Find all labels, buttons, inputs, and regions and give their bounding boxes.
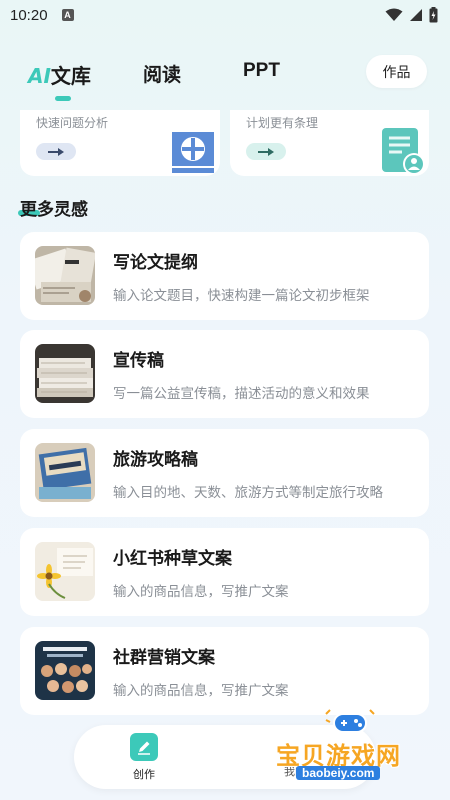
tool-card-desc: 计划更有条理 [246, 116, 319, 130]
card-desc: 输入的商品信息，写推广文案 [113, 683, 289, 699]
section-title: 更多灵感 [20, 200, 88, 220]
arrow-button[interactable] [246, 143, 286, 160]
pencil-icon [130, 733, 158, 761]
inspiration-card[interactable]: 社群营销文案 输入的商品信息，写推广文案 [20, 627, 429, 715]
card-desc: 输入论文题目，快速构建一篇论文初步框架 [113, 288, 370, 304]
active-tab-indicator [55, 96, 71, 101]
board-icon [172, 132, 214, 173]
card-title: 小红书种草文案 [113, 549, 232, 569]
card-title: 宣传稿 [113, 351, 164, 371]
card-desc: 输入的商品信息，写推广文案 [113, 584, 289, 600]
inspiration-card[interactable]: 旅游攻略稿 输入目的地、天数、旅游方式等制定旅行攻略 [20, 429, 429, 517]
document-user-icon [382, 128, 425, 175]
tab-ai-prefix: AI [28, 64, 51, 88]
thumbnail-thesis-image [35, 246, 95, 305]
card-desc: 写一篇公益宣传稿，描述活动的意义和效果 [113, 386, 370, 402]
tab-read[interactable]: 阅读 [143, 60, 181, 87]
status-icons [385, 7, 438, 23]
gamepad-icon [325, 709, 375, 733]
thumbnail-travel-book-image [35, 443, 95, 502]
card-desc: 输入目的地、天数、旅游方式等制定旅行攻略 [113, 485, 383, 501]
card-title: 社群营销文案 [113, 648, 215, 668]
inspiration-card[interactable]: 写论文提纲 输入论文题目，快速构建一篇论文初步框架 [20, 232, 429, 320]
inspiration-card[interactable]: 宣传稿 写一篇公益宣传稿，描述活动的意义和效果 [20, 330, 429, 418]
signal-icon [410, 9, 422, 21]
works-button[interactable]: 作品 [366, 55, 427, 88]
nav-create-label: 创作 [133, 768, 155, 781]
inspiration-card[interactable]: 小红书种草文案 输入的商品信息，写推广文案 [20, 528, 429, 616]
tab-ai-library[interactable]: AI文库 [28, 60, 91, 89]
card-title: 写论文提纲 [113, 253, 198, 273]
status-bar: 10:20 A [0, 0, 450, 30]
watermark: 宝贝游戏网 baobeiy.com [276, 708, 446, 794]
wifi-icon [385, 8, 403, 21]
tab-ai-label: 文库 [50, 64, 91, 88]
tool-card-analysis[interactable]: 快速问题分析 [20, 110, 220, 176]
notification-icon: A [61, 9, 74, 21]
battery-icon [429, 7, 438, 23]
status-time: 10:20 [10, 6, 48, 24]
thumbnail-community-image [35, 641, 95, 700]
tool-card-plan[interactable]: 计划更有条理 [230, 110, 429, 176]
card-title: 旅游攻略稿 [113, 450, 198, 470]
arrow-right-icon [258, 147, 274, 156]
thumbnail-papers-image [35, 344, 95, 403]
watermark-url: baobeiy.com [296, 766, 381, 780]
tool-card-desc: 快速问题分析 [36, 116, 109, 130]
nav-create[interactable]: 创作 [122, 733, 166, 782]
arrow-button[interactable] [36, 143, 76, 160]
arrow-right-icon [48, 147, 64, 156]
thumbnail-flower-image [35, 542, 95, 601]
tab-ppt[interactable]: PPT [243, 60, 280, 82]
